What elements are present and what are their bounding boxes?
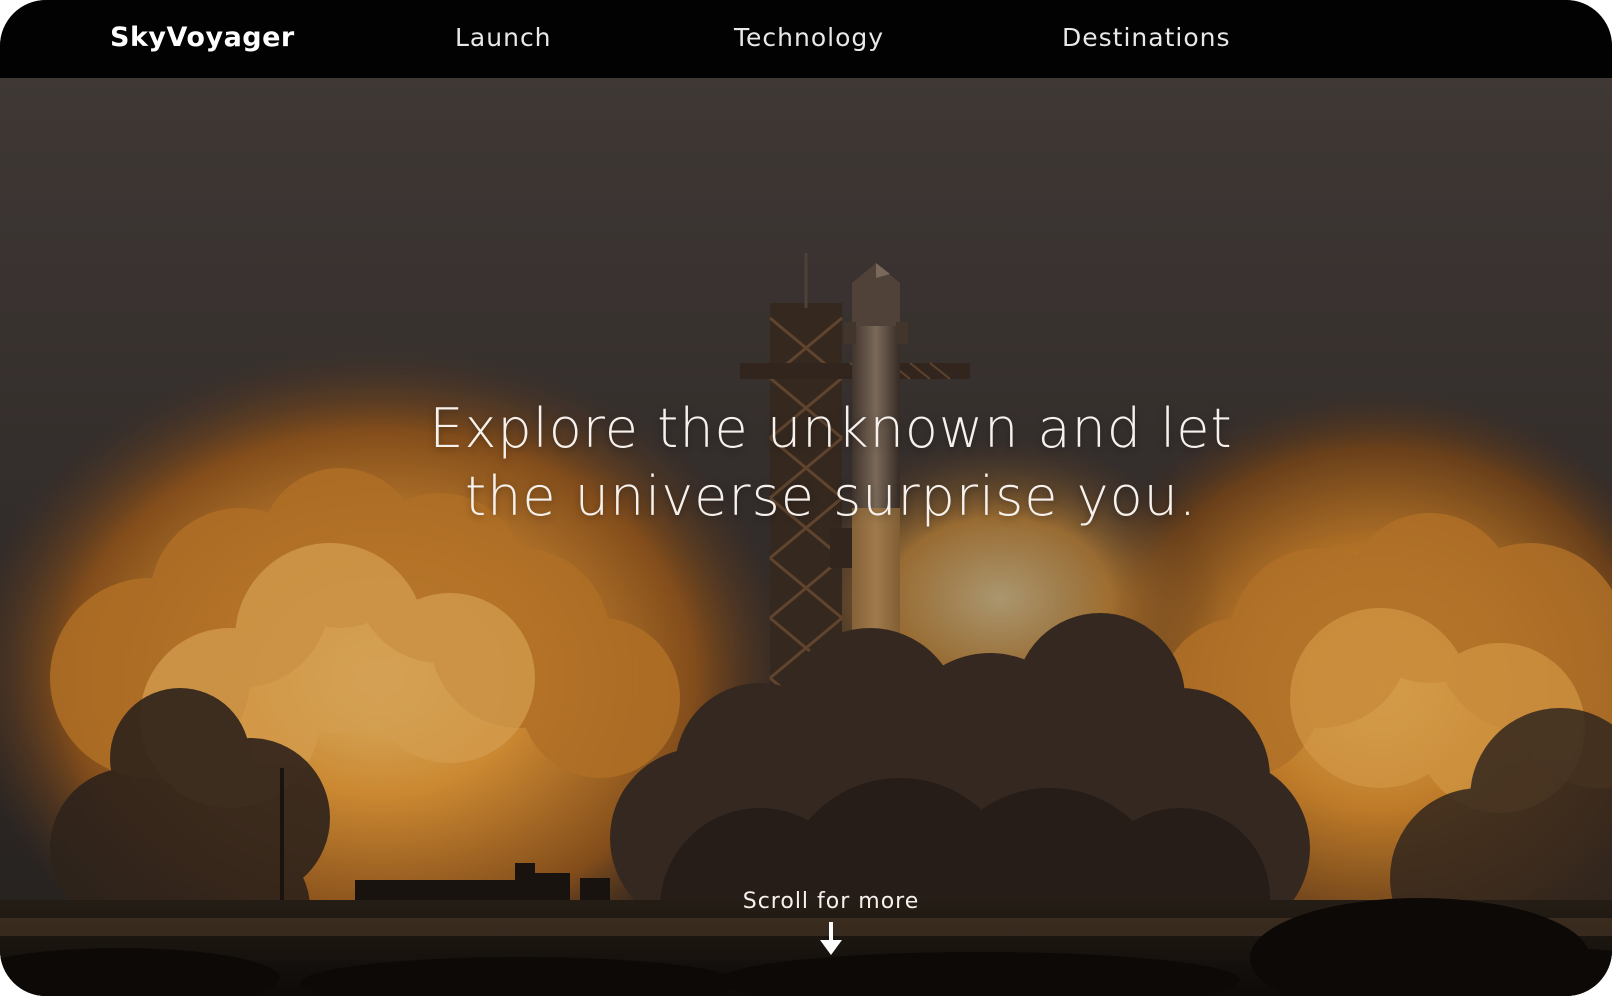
nav-link-technology[interactable]: Technology [734,22,884,54]
scroll-for-more[interactable]: Scroll for more [0,888,1612,956]
scroll-label: Scroll for more [742,889,920,914]
hero-headline-line-2: the universe surprise you. [464,465,1198,528]
arrow-down-icon [820,922,842,955]
nav-link-launch[interactable]: Launch [455,22,552,54]
page-frame: SkyVoyager Launch Technology Destination… [0,0,1612,996]
hero-headline-line-1: Explore the unknown and let [429,397,1233,460]
hero-headline: Explore the unknown and let the universe… [0,395,1612,531]
brand-logo[interactable]: SkyVoyager [110,20,295,56]
top-navigation: SkyVoyager Launch Technology Destination… [0,0,1612,78]
nav-link-destinations[interactable]: Destinations [1062,22,1230,54]
hero-background-image [0,78,1612,996]
